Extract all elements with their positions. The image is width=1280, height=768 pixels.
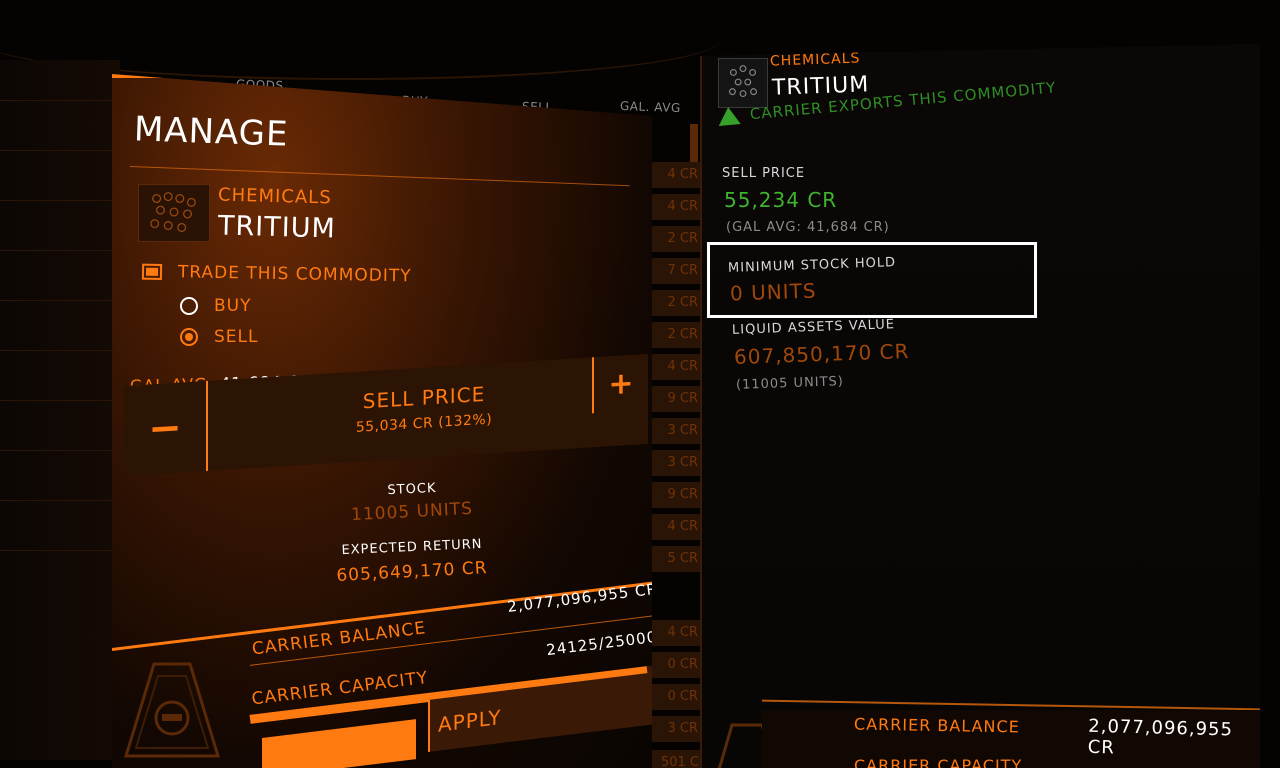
expected-return-value: 605,649,170 CR <box>335 558 489 586</box>
tritium-molecule-icon <box>718 58 768 108</box>
carrier-emblem-icon <box>123 662 221 758</box>
carrier-summary: CARRIER BALANCE 2,077,096,955 CR CARRIER… <box>762 710 1260 768</box>
liquid-assets-label: LIQUID ASSETS VALUE <box>731 317 896 338</box>
sell-price-value: 55,234 CR <box>724 188 838 212</box>
tritium-molecule-icon <box>138 184 210 242</box>
goods-row-value[interactable]: 0 CR <box>650 684 706 710</box>
liquid-assets-units: (11005 UNITS) <box>735 374 845 393</box>
goods-row-value[interactable]: 4 CR <box>650 354 706 380</box>
sell-price-gal-avg: (GAL AVG: 41,684 CR) <box>726 220 890 235</box>
stock-value: 11005 UNITS <box>350 498 474 526</box>
gal-avg-column-header[interactable]: GAL. AVG <box>620 99 681 115</box>
divider <box>762 699 1260 711</box>
decrease-price-button[interactable]: − <box>124 380 208 476</box>
commodity-category: CHEMICALS <box>217 184 332 209</box>
liquid-assets-value: 607,850,170 CR <box>733 338 910 370</box>
background-left-panel <box>0 60 120 760</box>
goods-row-value[interactable]: 4 CR <box>650 514 706 540</box>
up-arrow-icon <box>717 106 741 126</box>
carrier-balance-value: 2,077,096,955 CR <box>1087 715 1234 759</box>
goods-row-value[interactable]: 0 CR <box>650 652 706 678</box>
sell-price-label: SELL PRICE <box>722 166 806 181</box>
carrier-balance-value: 2,077,096,955 CR <box>506 579 659 617</box>
goods-row-value[interactable]: 3 CR <box>650 450 706 476</box>
goods-row-value[interactable]: 4 CR <box>650 194 706 220</box>
buy-radio[interactable]: BUY <box>180 296 252 316</box>
goods-row-value[interactable]: 9 CR <box>650 386 706 412</box>
trade-commodity-label: TRADE THIS COMMODITY <box>177 262 412 287</box>
goods-row-value[interactable]: 2 CR <box>650 226 706 252</box>
manage-panel: MANAGE CHEMICALS TRITIUM TRADE THIS COMM… <box>112 74 652 768</box>
goods-row-value[interactable]: 3 CR <box>650 716 706 742</box>
goods-row-value[interactable]: 7 CR <box>650 258 706 284</box>
radio-unselected-icon[interactable] <box>180 297 198 315</box>
buy-radio-label: BUY <box>214 296 252 316</box>
checkbox-checked-icon[interactable] <box>141 263 163 280</box>
sell-radio[interactable]: SELL <box>180 327 258 347</box>
sell-radio-label: SELL <box>214 327 259 347</box>
goods-row-value[interactable]: 2 CR <box>650 290 706 316</box>
carrier-capacity-value: 24125/25000 <box>545 627 659 660</box>
goods-row-value[interactable]: 3 CR <box>650 418 706 444</box>
goods-row-value[interactable]: 4 CR <box>650 162 706 188</box>
goods-row-value[interactable]: 9 CR <box>650 482 706 508</box>
increase-price-button[interactable]: + <box>592 353 648 414</box>
panel-title: MANAGE <box>133 109 290 155</box>
goods-row-value[interactable]: 5 CR <box>650 546 706 572</box>
accent-block <box>262 719 416 768</box>
apply-button-label: APPLY <box>438 704 502 737</box>
radio-selected-icon[interactable] <box>180 328 198 346</box>
commodity-info-panel: CHEMICALS TRITIUM CARRIER EXPORTS THIS C… <box>700 44 1260 768</box>
goods-row-value[interactable]: 2 CR <box>650 322 706 348</box>
min-stock-highlight <box>707 242 1037 318</box>
commodity-category: CHEMICALS <box>769 50 861 70</box>
commodity-name: TRITIUM <box>217 210 337 245</box>
carrier-capacity-label: CARRIER CAPACITY <box>854 756 1023 768</box>
sell-price-control: − SELL PRICE 55,034 CR (132%) + <box>124 353 648 476</box>
trade-commodity-checkbox[interactable]: TRADE THIS COMMODITY <box>141 262 412 287</box>
goods-row-value[interactable]: 4 CR <box>650 620 706 646</box>
carrier-balance-label: CARRIER BALANCE <box>853 714 1020 737</box>
expected-return-label: EXPECTED RETURN <box>341 536 483 559</box>
export-status: CARRIER EXPORTS THIS COMMODITY <box>717 78 1057 126</box>
